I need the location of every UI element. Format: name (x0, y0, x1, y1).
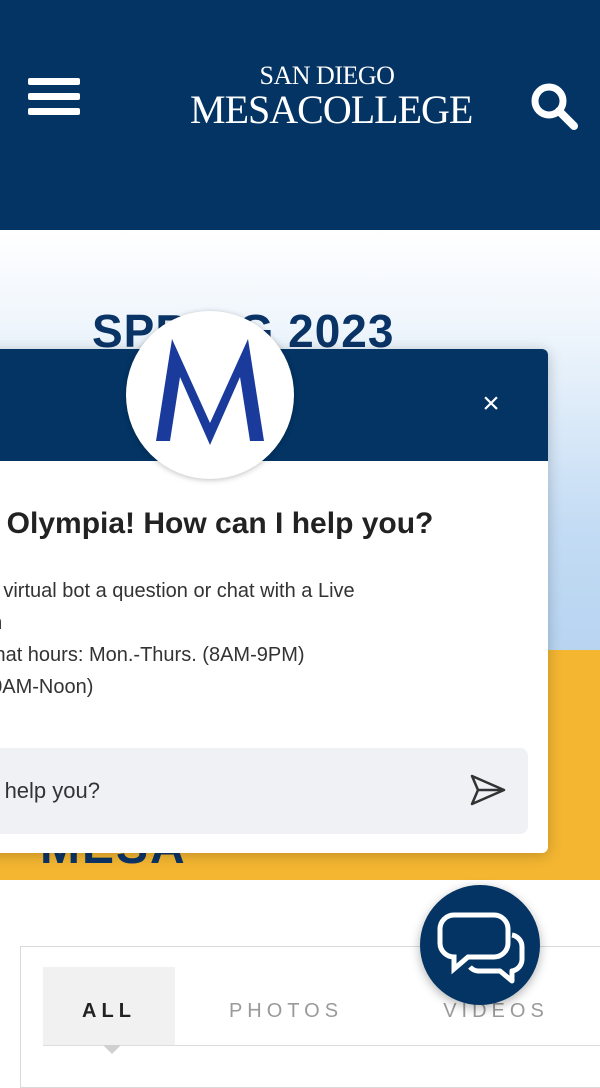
chat-widget: × n Olympia! How can I help you? ur virt… (0, 311, 548, 853)
chatbot-avatar (126, 311, 294, 479)
m-logo-icon (156, 339, 264, 445)
college-logo[interactable]: SAN DIEGO MESACOLLEGE (190, 61, 473, 132)
send-icon[interactable] (468, 770, 508, 810)
chat-message-input[interactable] (0, 748, 450, 834)
site-header: SAN DIEGO MESACOLLEGE (0, 0, 600, 230)
tab-photos[interactable]: PHOTOS (191, 967, 381, 1045)
tab-all[interactable]: ALL (43, 967, 175, 1045)
chat-info-text: ur virtual bot a question or chat with a… (0, 580, 355, 698)
chat-greeting: n Olympia! How can I help you? (0, 507, 434, 540)
close-icon[interactable]: × (476, 389, 506, 419)
hamburger-menu-icon[interactable] (28, 78, 80, 124)
chat-launcher-button[interactable] (420, 885, 540, 1005)
active-tab-caret-icon (103, 1045, 121, 1054)
tab-divider (43, 1045, 600, 1046)
chat-bubbles-icon (437, 912, 525, 984)
logo-line-2: MESACOLLEGE (190, 87, 473, 132)
logo-line-1: SAN DIEGO (259, 61, 395, 90)
chat-input-box (0, 748, 528, 834)
search-icon[interactable] (528, 80, 580, 132)
